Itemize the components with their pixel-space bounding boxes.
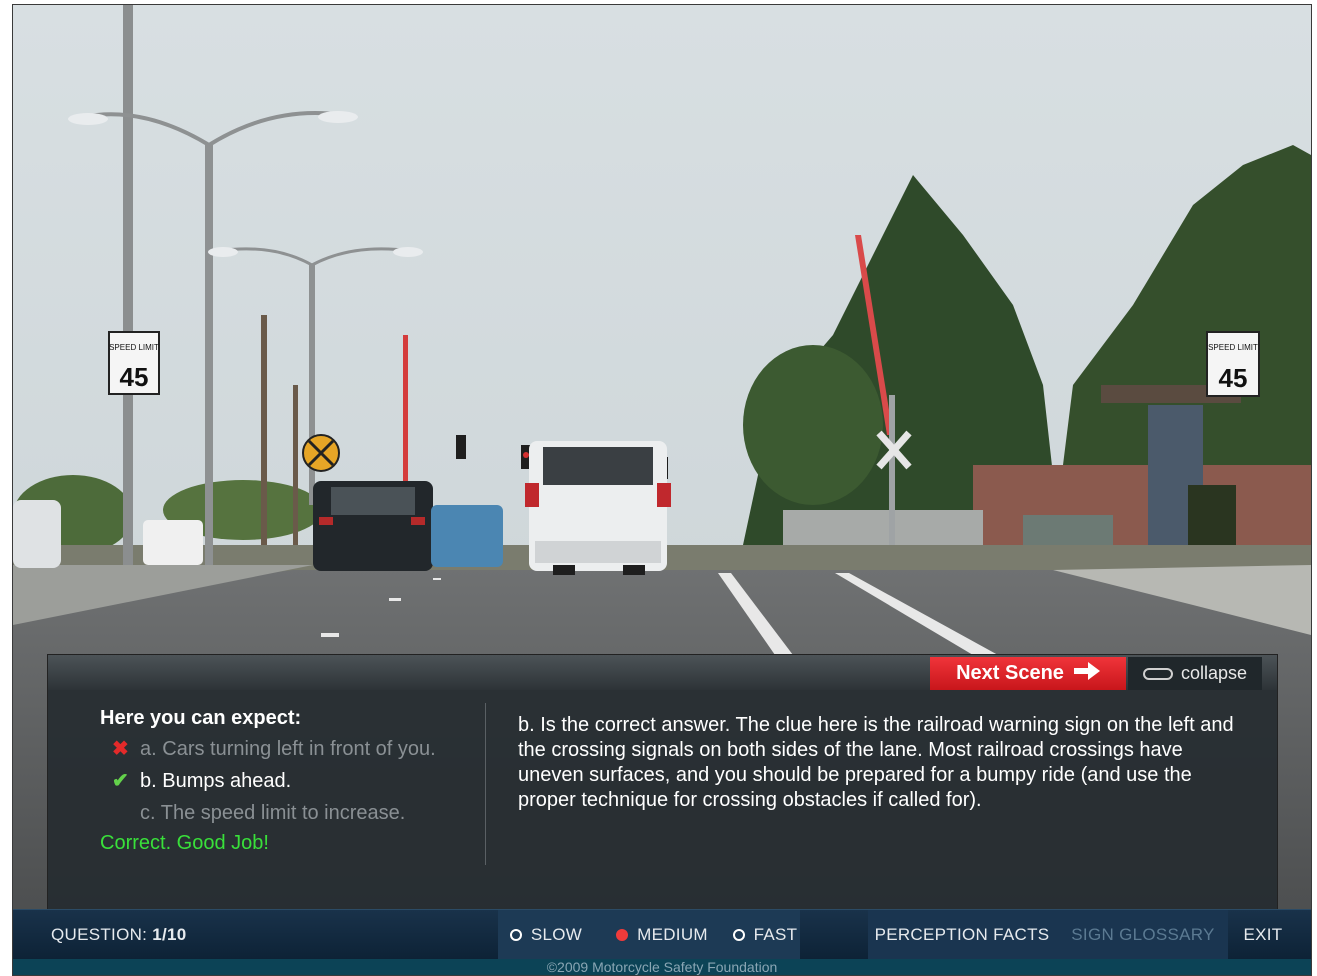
copyright-footer: ©2009 Motorcycle Safety Foundation bbox=[13, 959, 1311, 975]
option-letter: a. bbox=[140, 738, 157, 760]
option-a[interactable]: ✖ a. Cars turning left in front of you. bbox=[100, 736, 480, 762]
radio-icon bbox=[732, 929, 745, 941]
result-message: Correct. Good Job! bbox=[100, 832, 269, 854]
app-frame: SPEED LIMIT 45 SPEED LIMIT 45 Next Scene… bbox=[12, 4, 1312, 976]
svg-text:SPEED LIMIT: SPEED LIMIT bbox=[109, 343, 159, 352]
collapse-icon bbox=[1142, 667, 1173, 680]
wrong-x-icon: ✖ bbox=[112, 738, 129, 760]
question-counter: QUESTION: 1/10 bbox=[51, 910, 211, 960]
speed-medium-option[interactable]: MEDIUM bbox=[603, 910, 721, 960]
next-scene-label: Next Scene bbox=[956, 662, 1064, 684]
collapse-label: collapse bbox=[1180, 663, 1248, 683]
next-scene-button[interactable]: Next Scene bbox=[930, 657, 1126, 690]
bottom-navbar: QUESTION: 1/10 SLOW MEDIUM FAST PERCEPTI… bbox=[13, 909, 1311, 960]
panel-divider bbox=[485, 703, 486, 865]
speed-limit-sign-left: SPEED LIMIT 45 bbox=[108, 331, 160, 395]
sign-glossary-link[interactable]: SIGN GLOSSARY bbox=[1063, 910, 1223, 960]
speed-medium-label: MEDIUM bbox=[637, 925, 708, 944]
speed-fast-label: FAST bbox=[753, 925, 798, 944]
answer-explanation: b. Is the correct answer. The clue here … bbox=[518, 714, 1234, 811]
radio-icon bbox=[509, 929, 522, 941]
speed-slow-option[interactable]: SLOW bbox=[503, 910, 589, 960]
exit-button[interactable]: EXIT bbox=[1231, 910, 1295, 960]
speed-slow-label: SLOW bbox=[530, 925, 583, 944]
svg-text:45: 45 bbox=[120, 362, 149, 392]
option-text: Bumps ahead. bbox=[162, 770, 292, 792]
arrow-right-icon bbox=[1073, 661, 1100, 686]
checkmark-icon: ✔ bbox=[112, 770, 129, 792]
question-options: Here you can expect: ✖ a. Cars turning l… bbox=[100, 707, 480, 855]
question-value: 1/10 bbox=[152, 925, 187, 944]
perception-facts-link[interactable]: PERCEPTION FACTS bbox=[869, 910, 1055, 960]
feedback-panel: Next Scene collapse Here you can expect:… bbox=[47, 654, 1278, 915]
speed-limit-sign-right: SPEED LIMIT 45 bbox=[1206, 331, 1260, 397]
option-b[interactable]: ✔ b. Bumps ahead. bbox=[100, 768, 480, 794]
svg-text:45: 45 bbox=[1219, 363, 1248, 393]
speed-fast-option[interactable]: FAST bbox=[725, 910, 805, 960]
option-c[interactable]: c. The speed limit to increase. bbox=[100, 800, 480, 826]
option-letter: b. bbox=[140, 770, 157, 792]
question-label: QUESTION: bbox=[51, 925, 148, 944]
radio-selected-icon bbox=[616, 929, 629, 941]
svg-text:SPEED LIMIT: SPEED LIMIT bbox=[1208, 343, 1258, 352]
option-text: The speed limit to increase. bbox=[160, 802, 406, 824]
question-title: Here you can expect: bbox=[100, 707, 302, 729]
option-letter: c. bbox=[140, 802, 156, 824]
collapse-button[interactable]: collapse bbox=[1128, 657, 1262, 690]
option-text: Cars turning left in front of you. bbox=[162, 738, 436, 760]
